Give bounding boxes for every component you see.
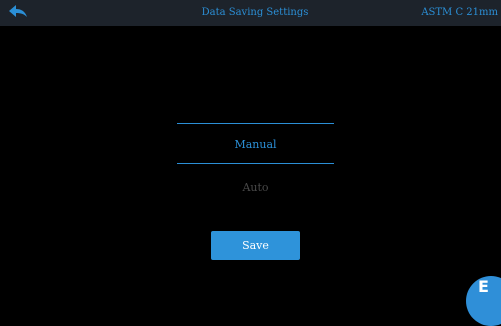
option-manual[interactable]: Manual xyxy=(177,127,334,163)
standard-label: ASTM C 21mm xyxy=(421,7,498,18)
back-button[interactable] xyxy=(3,2,33,24)
back-arrow-icon xyxy=(9,5,27,17)
header-bar: Data Saving Settings ASTM C 21mm xyxy=(0,0,501,26)
corner-badge[interactable]: E xyxy=(466,276,501,326)
option-auto[interactable]: Auto xyxy=(177,170,334,206)
save-button[interactable]: Save xyxy=(211,231,300,260)
corner-badge-label: E xyxy=(478,277,489,296)
option-divider-top xyxy=(177,123,334,124)
option-divider-bottom xyxy=(177,163,334,164)
page-title: Data Saving Settings xyxy=(201,7,309,18)
